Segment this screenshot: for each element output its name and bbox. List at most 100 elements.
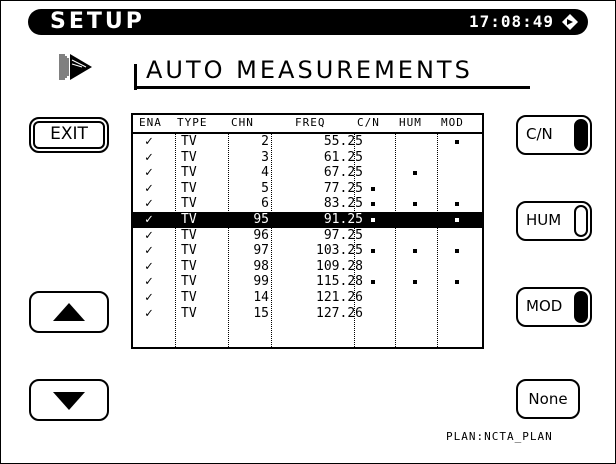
- mod-toggle-button[interactable]: MOD: [516, 287, 592, 327]
- ena-check: ✓: [145, 196, 153, 212]
- freq-cell: 61.25: [323, 149, 363, 165]
- type-cell: TV: [181, 258, 197, 274]
- ena-check: ✓: [145, 149, 153, 165]
- table-row[interactable]: ✓ TV 4 67.25: [133, 165, 482, 181]
- mod-marker: [455, 202, 459, 207]
- table-row[interactable]: ✓ TV 97 103.25: [133, 243, 482, 259]
- type-cell: TV: [181, 134, 197, 149]
- freq-cell: 121.26: [316, 289, 363, 305]
- type-cell: TV: [181, 196, 197, 212]
- table-row[interactable]: ✓ TV 2 55.25: [133, 134, 482, 150]
- chn-cell: 95: [253, 211, 269, 227]
- table-body: ✓ TV 2 55.25 ✓ TV 3 61.25 ✓ TV 4 67.25 ✓ TV 5 77.25 ✓ TV 6…: [133, 134, 482, 321]
- freq-cell: 67.25: [323, 165, 363, 181]
- table-row[interactable]: ✓ TV 14 121.26: [133, 290, 482, 306]
- toggle-knob: [574, 119, 588, 151]
- ena-check: ✓: [145, 243, 153, 259]
- table-row[interactable]: ✓ TV 98 109.28: [133, 259, 482, 275]
- chn-cell: 5: [261, 180, 269, 196]
- col-ena: ENA: [139, 116, 162, 129]
- freq-cell: 55.25: [323, 134, 363, 149]
- measurements-table: ENA TYPE CHN FREQ C/N HUM MOD ✓ TV 2 55.25 ✓…: [131, 113, 484, 349]
- cn-marker: [371, 249, 375, 254]
- chn-cell: 97: [253, 243, 269, 259]
- scroll-up-button[interactable]: [29, 291, 109, 333]
- title-bar: SETUP 17:08:49: [28, 9, 588, 35]
- mod-marker: [455, 217, 459, 222]
- triangle-up-icon: [53, 303, 85, 321]
- table-header: ENA TYPE CHN FREQ C/N HUM MOD: [133, 115, 482, 134]
- heading-underline: [134, 86, 530, 89]
- mod-label: MOD: [526, 297, 563, 315]
- hum-marker: [413, 249, 417, 254]
- col-hum: HUM: [399, 116, 422, 129]
- ena-check: ✓: [145, 211, 153, 227]
- type-cell: TV: [181, 149, 197, 165]
- diamond-arrow-icon: [562, 14, 578, 30]
- table-row[interactable]: ✓ TV 99 115.28: [133, 274, 482, 290]
- cn-marker: [371, 202, 375, 207]
- ena-check: ✓: [145, 258, 153, 274]
- hum-marker: [413, 202, 417, 207]
- ena-check: ✓: [145, 305, 153, 321]
- ena-check: ✓: [145, 180, 153, 196]
- ena-check: ✓: [145, 134, 153, 149]
- cn-marker: [371, 280, 375, 285]
- freq-cell: 115.28: [316, 274, 363, 290]
- freq-cell: 97.25: [323, 227, 363, 243]
- exit-button[interactable]: EXIT: [29, 117, 109, 153]
- type-cell: TV: [181, 211, 197, 227]
- col-chn: CHN: [231, 116, 254, 129]
- page-heading: AUTO MEASUREMENTS: [146, 56, 473, 84]
- type-cell: TV: [181, 243, 197, 259]
- chn-cell: 3: [261, 149, 269, 165]
- scroll-down-button[interactable]: [29, 379, 109, 421]
- type-cell: TV: [181, 305, 197, 321]
- freq-cell: 103.25: [316, 243, 363, 259]
- col-mod: MOD: [441, 116, 464, 129]
- hum-marker: [413, 171, 417, 176]
- mod-marker: [455, 280, 459, 285]
- table-row[interactable]: ✓ TV 6 83.25: [133, 196, 482, 212]
- col-type: TYPE: [177, 116, 208, 129]
- ena-check: ✓: [145, 227, 153, 243]
- ena-check: ✓: [145, 165, 153, 181]
- toggle-knob: [574, 291, 588, 323]
- cn-toggle-button[interactable]: C/N: [516, 115, 592, 155]
- table-row[interactable]: ✓ TV 95 91.25: [133, 211, 482, 228]
- chn-cell: 2: [261, 134, 269, 149]
- type-cell: TV: [181, 165, 197, 181]
- freq-cell: 127.26: [316, 305, 363, 321]
- type-cell: TV: [181, 289, 197, 305]
- ena-check: ✓: [145, 289, 153, 305]
- mod-marker: [455, 140, 459, 144]
- cn-label: C/N: [526, 125, 553, 143]
- table-row[interactable]: ✓ TV 96 97.25: [133, 228, 482, 244]
- chn-cell: 99: [253, 274, 269, 290]
- hum-toggle-button[interactable]: HUM: [516, 201, 592, 241]
- clock: 17:08:49: [468, 12, 554, 31]
- chn-cell: 96: [253, 227, 269, 243]
- chn-cell: 6: [261, 196, 269, 212]
- freq-cell: 91.25: [323, 211, 363, 227]
- chn-cell: 4: [261, 165, 269, 181]
- table-row[interactable]: ✓ TV 15 127.26: [133, 306, 482, 322]
- none-button[interactable]: None: [516, 379, 580, 419]
- screen-title: SETUP: [50, 9, 145, 34]
- triangle-down-icon: [53, 392, 85, 410]
- freq-cell: 109.28: [316, 258, 363, 274]
- chn-cell: 14: [253, 289, 269, 305]
- chn-cell: 15: [253, 305, 269, 321]
- table-row[interactable]: ✓ TV 5 77.25: [133, 181, 482, 197]
- ena-check: ✓: [145, 274, 153, 290]
- table-row[interactable]: ✓ TV 3 61.25: [133, 150, 482, 166]
- freq-cell: 83.25: [323, 196, 363, 212]
- toggle-knob: [574, 205, 588, 237]
- arrow-page-icon: [56, 52, 96, 82]
- col-freq: FREQ: [295, 116, 326, 129]
- chn-cell: 98: [253, 258, 269, 274]
- type-cell: TV: [181, 180, 197, 196]
- cn-marker: [371, 217, 375, 222]
- type-cell: TV: [181, 274, 197, 290]
- plan-label: PLAN:NCTA_PLAN: [446, 430, 553, 443]
